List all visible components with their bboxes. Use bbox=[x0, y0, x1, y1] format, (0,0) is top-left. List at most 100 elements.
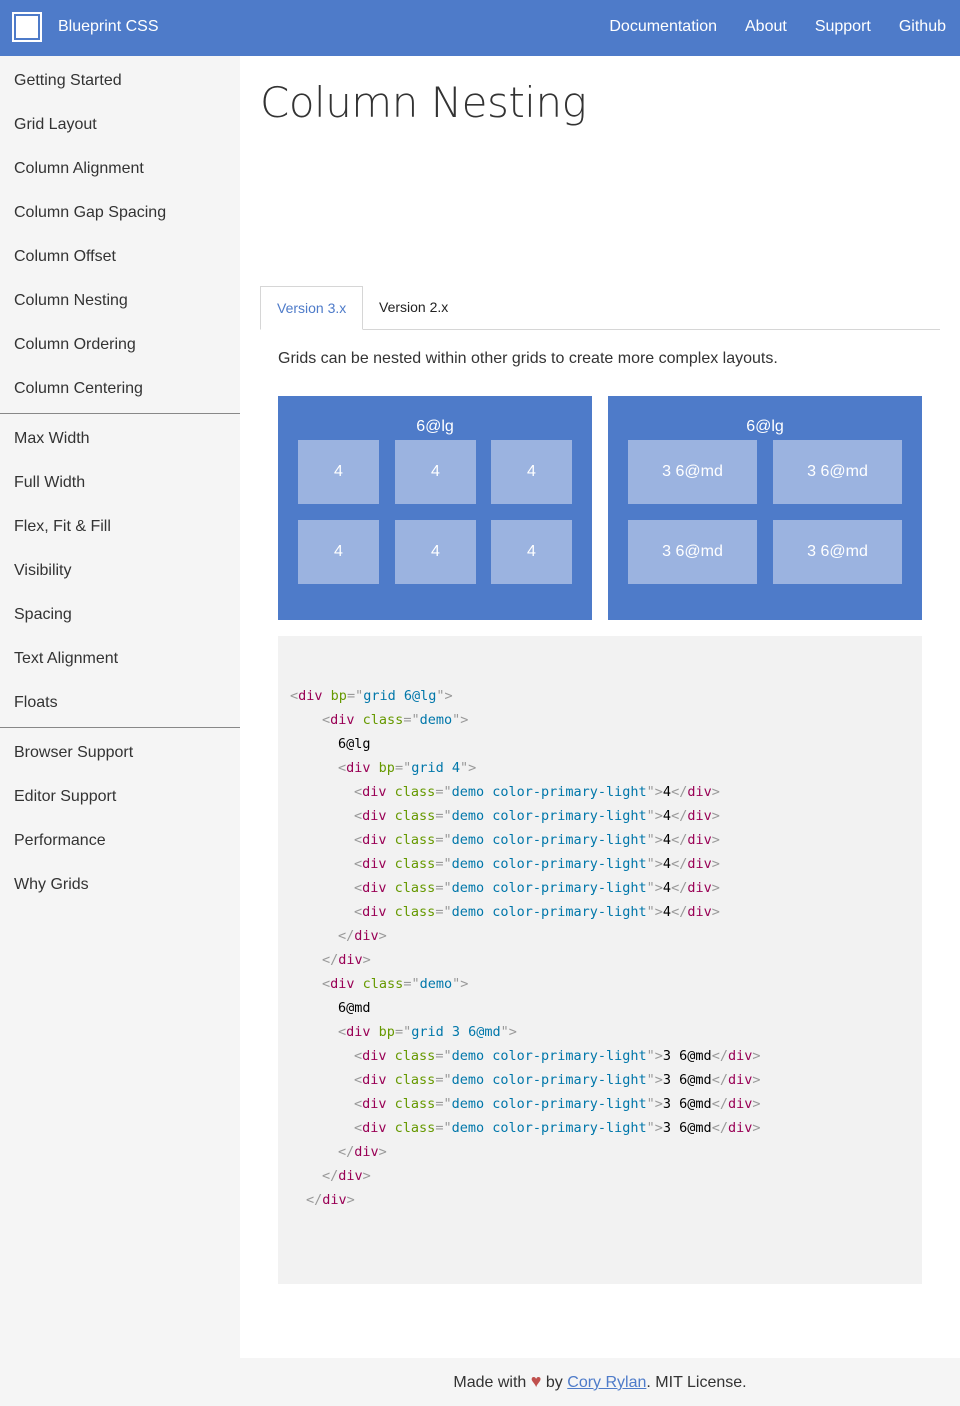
code-token: 3 6@md bbox=[662, 1048, 712, 1064]
sidebar-item-browser-support[interactable]: Browser Support bbox=[0, 731, 240, 775]
code-token: =" bbox=[435, 856, 452, 872]
code-token: =" bbox=[435, 904, 452, 920]
code-token: "> bbox=[452, 976, 469, 992]
nav-github[interactable]: Github bbox=[899, 18, 946, 36]
code-token: < bbox=[354, 832, 363, 848]
code-token: </ bbox=[338, 928, 355, 944]
tab-version-3[interactable]: Version 3.x bbox=[260, 286, 364, 330]
code-token: =" bbox=[435, 784, 452, 800]
code-token: < bbox=[354, 1096, 363, 1112]
sidebar-item-grid-layout[interactable]: Grid Layout bbox=[0, 103, 240, 147]
nav-support[interactable]: Support bbox=[815, 18, 871, 36]
sidebar-item-text-alignment[interactable]: Text Alignment bbox=[0, 637, 240, 681]
code-token: < bbox=[354, 808, 363, 824]
code-token: div bbox=[362, 880, 387, 896]
code-token: 4 bbox=[662, 808, 672, 824]
code-line: </div> bbox=[290, 924, 761, 948]
sidebar-item-column-alignment[interactable]: Column Alignment bbox=[0, 147, 240, 191]
code-token: </ bbox=[338, 1144, 355, 1160]
sidebar-item-performance[interactable]: Performance bbox=[0, 819, 240, 863]
code-token: </ bbox=[671, 856, 688, 872]
logo-icon[interactable] bbox=[12, 12, 42, 42]
code-token: "> bbox=[459, 760, 477, 776]
code-token: div bbox=[727, 1120, 753, 1136]
sidebar-item-column-offset[interactable]: Column Offset bbox=[0, 235, 240, 279]
code-token: div bbox=[687, 880, 712, 896]
sidebar-item-column-gap-spacing[interactable]: Column Gap Spacing bbox=[0, 191, 240, 235]
code-token: 3 6@md bbox=[662, 1120, 712, 1136]
sidebar-item-max-width[interactable]: Max Width bbox=[0, 417, 240, 461]
sidebar-item-column-centering[interactable]: Column Centering bbox=[0, 367, 240, 411]
code-token: > bbox=[752, 1096, 761, 1112]
code-token: div bbox=[687, 808, 712, 824]
code-token: < bbox=[322, 976, 331, 992]
tab-version-2[interactable]: Version 2.x bbox=[363, 286, 464, 330]
code-token: grid 4 bbox=[411, 760, 460, 776]
intro-text: Grids can be nested within other grids t… bbox=[278, 350, 778, 367]
nav-documentation[interactable]: Documentation bbox=[609, 18, 717, 36]
sidebar-item-getting-started[interactable]: Getting Started bbox=[0, 59, 240, 103]
demo-cell: 3 6@md bbox=[628, 520, 757, 584]
sidebar-item-full-width[interactable]: Full Width bbox=[0, 461, 240, 505]
code-token: =" bbox=[403, 712, 420, 728]
code-token: "> bbox=[500, 1024, 517, 1040]
demo-cell: 3 6@md bbox=[773, 440, 902, 504]
code-token: > bbox=[752, 1048, 761, 1064]
code-token: div bbox=[346, 1024, 371, 1040]
code-token: "> bbox=[646, 1072, 663, 1088]
code-token: class bbox=[394, 1048, 436, 1064]
version-tabs: Version 3.x Version 2.x bbox=[260, 286, 940, 330]
code-token: "> bbox=[646, 856, 663, 872]
code-line: <div class="demo color-primary-light">3 … bbox=[290, 1092, 761, 1116]
code-token: class bbox=[394, 832, 436, 848]
code-token: demo bbox=[419, 976, 453, 992]
sidebar-item-visibility[interactable]: Visibility bbox=[0, 549, 240, 593]
author-link[interactable]: Cory Rylan bbox=[567, 1374, 646, 1391]
code-token: </ bbox=[711, 1072, 728, 1088]
sidebar-item-spacing[interactable]: Spacing bbox=[0, 593, 240, 637]
brand-name[interactable]: Blueprint CSS bbox=[58, 18, 159, 36]
sidebar-item-column-nesting[interactable]: Column Nesting bbox=[0, 279, 240, 323]
code-line: <div class="demo color-primary-light">4<… bbox=[290, 852, 761, 876]
sidebar-group-about: Browser Support Editor Support Performan… bbox=[0, 728, 240, 909]
demo-grid-left: 6@lg 4 4 4 4 4 4 bbox=[278, 396, 592, 620]
code-line: </div> bbox=[290, 1164, 761, 1188]
code-token: div bbox=[338, 952, 363, 968]
code-token: 4 bbox=[662, 856, 672, 872]
sidebar-item-column-ordering[interactable]: Column Ordering bbox=[0, 323, 240, 367]
code-token: class bbox=[394, 880, 436, 896]
code-token: </ bbox=[322, 952, 339, 968]
code-token: demo color-primary-light bbox=[451, 808, 647, 824]
code-token: =" bbox=[394, 1024, 412, 1040]
demo-title: 6@lg bbox=[416, 418, 454, 435]
code-token: </ bbox=[671, 880, 688, 896]
code-token: div bbox=[362, 904, 387, 920]
sidebar-item-why-grids[interactable]: Why Grids bbox=[0, 863, 240, 907]
sidebar-item-editor-support[interactable]: Editor Support bbox=[0, 775, 240, 819]
code-token: > bbox=[711, 808, 720, 824]
code-token: grid 3 6@md bbox=[411, 1024, 501, 1040]
demo-cell: 4 bbox=[491, 520, 572, 584]
sidebar-item-flex-fit-fill[interactable]: Flex, Fit & Fill bbox=[0, 505, 240, 549]
code-token: </ bbox=[671, 904, 688, 920]
sidebar-item-floats[interactable]: Floats bbox=[0, 681, 240, 725]
code-token: "> bbox=[646, 1048, 663, 1064]
code-token: < bbox=[354, 880, 363, 896]
code-token: < bbox=[354, 1048, 363, 1064]
code-token: class bbox=[394, 1096, 436, 1112]
page-title: Column Nesting bbox=[260, 78, 587, 127]
nav-about[interactable]: About bbox=[745, 18, 787, 36]
code-line: 6@lg bbox=[290, 732, 761, 756]
demo-cell: 3 6@md bbox=[628, 440, 757, 504]
code-token: 4 bbox=[662, 904, 672, 920]
code-token: < bbox=[338, 760, 347, 776]
code-token: demo color-primary-light bbox=[451, 832, 647, 848]
code-lines: <div bp="grid 6@lg"> <div class="demo"> 6@… bbox=[290, 684, 761, 1212]
